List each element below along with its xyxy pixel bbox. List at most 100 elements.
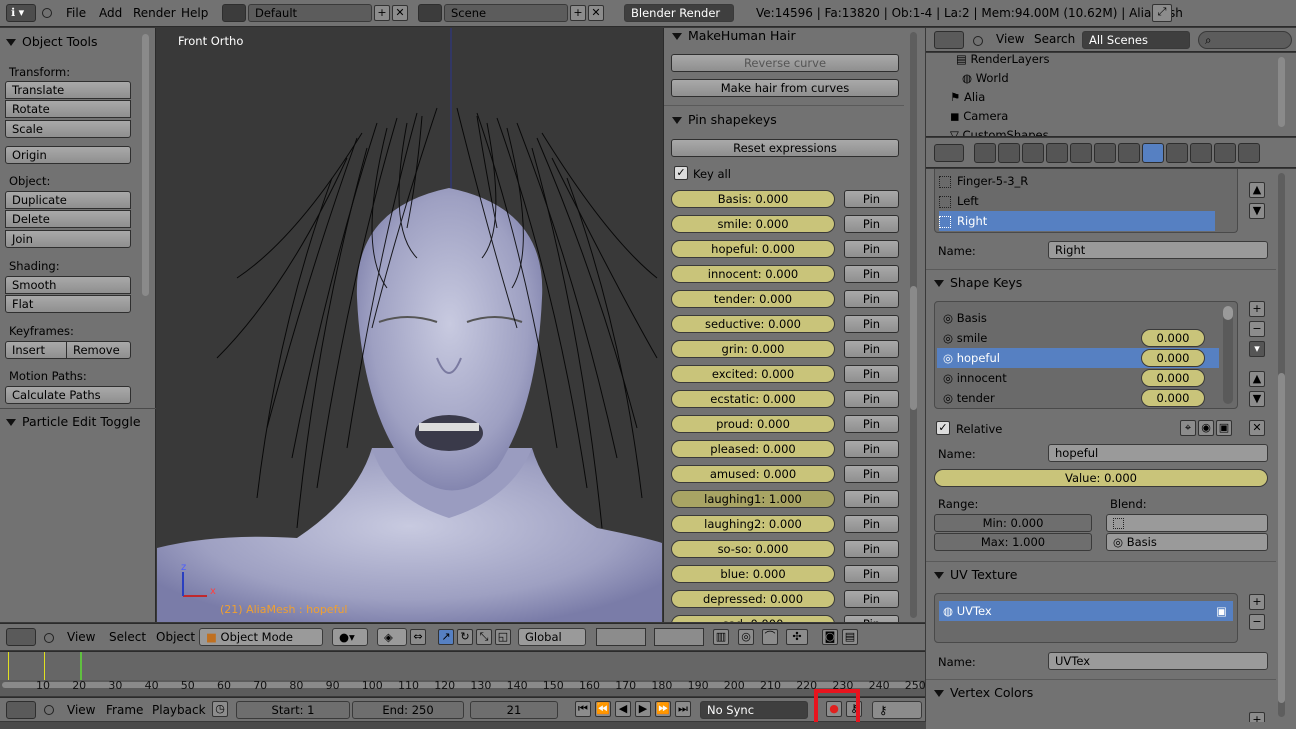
- shape-key-value-slider[interactable]: 0.000: [1141, 389, 1205, 407]
- shapekey-slider[interactable]: blue: 0.000: [671, 565, 835, 583]
- pin-button[interactable]: Pin: [844, 390, 899, 408]
- list-item[interactable]: ◎ Basis: [937, 308, 1219, 328]
- properties-editor-icon[interactable]: [934, 144, 964, 162]
- translate-manipulator-icon[interactable]: ↗: [438, 629, 454, 645]
- remove-keyframe-button[interactable]: Remove: [66, 341, 131, 359]
- pin-button[interactable]: Pin: [844, 215, 899, 233]
- shape-key-specials-icon[interactable]: ▾: [1249, 341, 1265, 357]
- pin-icon[interactable]: ⌖: [1180, 420, 1196, 436]
- tool-shelf-scrollbar[interactable]: [142, 34, 149, 296]
- menu-render[interactable]: Render: [133, 0, 176, 26]
- origin-button[interactable]: Origin: [5, 146, 131, 164]
- move-up-icon[interactable]: ▲: [1249, 371, 1265, 387]
- outliner-view-menu[interactable]: View: [996, 27, 1024, 51]
- collapse-icon[interactable]: [42, 8, 52, 18]
- insert-keyframe-button[interactable]: Insert: [5, 341, 67, 359]
- move-down-icon[interactable]: ▼: [1249, 203, 1265, 219]
- scene-field[interactable]: Scene: [444, 4, 568, 22]
- modifiers-tab-icon[interactable]: [1118, 143, 1140, 163]
- camera-icon[interactable]: ▣: [1216, 601, 1227, 621]
- pin-button[interactable]: Pin: [844, 365, 899, 383]
- render-animation-icon[interactable]: ▤: [842, 629, 858, 645]
- smooth-button[interactable]: Smooth: [5, 276, 131, 294]
- current-frame-field[interactable]: 21: [470, 701, 558, 719]
- collapse-icon[interactable]: [44, 633, 54, 643]
- makehuman-hair-header[interactable]: MakeHuman Hair: [672, 28, 796, 43]
- value-slider[interactable]: Value: 0.000: [934, 469, 1268, 487]
- proportional-edit-icon[interactable]: ◎: [738, 629, 754, 645]
- vertex-group-blend-field[interactable]: [1106, 514, 1268, 532]
- relative-key-field[interactable]: ◎ Basis: [1106, 533, 1268, 551]
- list-item[interactable]: ◎ smile 0.000: [937, 328, 1219, 348]
- world-tab-icon[interactable]: [1046, 143, 1068, 163]
- makehuman-scroll-thumb[interactable]: [910, 286, 917, 410]
- timeline-scrollbar[interactable]: [2, 682, 922, 688]
- timeline-editor-icon[interactable]: [6, 701, 36, 719]
- pin-button[interactable]: Pin: [844, 190, 899, 208]
- end-frame-field[interactable]: End: 250: [352, 701, 464, 719]
- jump-end-icon[interactable]: ⏭: [675, 701, 691, 717]
- add-scene-icon[interactable]: +: [570, 5, 586, 21]
- rotate-manipulator-icon[interactable]: ↻: [457, 629, 473, 645]
- pin-button[interactable]: Pin: [844, 440, 899, 458]
- move-down-icon[interactable]: ▼: [1249, 391, 1265, 407]
- preview-range-icon[interactable]: ◷: [212, 701, 228, 717]
- keying-set-field[interactable]: ⚷: [872, 701, 922, 719]
- flat-button[interactable]: Flat: [5, 295, 131, 313]
- pin-shapekeys-header[interactable]: Pin shapekeys: [672, 112, 777, 127]
- min-field[interactable]: Min: 0.000: [934, 514, 1092, 532]
- snap-icon[interactable]: ⌒: [762, 629, 778, 645]
- collapse-icon[interactable]: [973, 36, 983, 46]
- add-shape-key-icon[interactable]: +: [1249, 301, 1265, 317]
- duplicate-button[interactable]: Duplicate: [5, 191, 131, 209]
- shape-key-list-scrollbar[interactable]: [1223, 306, 1233, 404]
- reverse-curve-button[interactable]: Reverse curve: [671, 54, 899, 72]
- orientation-dropdown[interactable]: Global: [518, 628, 586, 646]
- scale-manipulator-icon[interactable]: ⤡: [476, 629, 492, 645]
- shape-keys-header[interactable]: Shape Keys: [934, 275, 1022, 290]
- shapekey-slider[interactable]: tender: 0.000: [671, 290, 835, 308]
- shapekey-slider[interactable]: seductive: 0.000: [671, 315, 835, 333]
- uv-texture-header[interactable]: UV Texture: [934, 567, 1017, 582]
- edit-mode-icon[interactable]: ▣: [1216, 420, 1232, 436]
- pin-button[interactable]: Pin: [844, 315, 899, 333]
- object-tools-header[interactable]: Object Tools: [6, 34, 97, 49]
- shapekey-slider[interactable]: sad: 0.000: [671, 615, 835, 622]
- key-name-field[interactable]: hopeful: [1048, 444, 1268, 462]
- translate-button[interactable]: Translate: [5, 81, 131, 99]
- particle-edit-toggle-header[interactable]: Particle Edit Toggle: [6, 414, 141, 429]
- pin-button[interactable]: Pin: [844, 240, 899, 258]
- shapekey-slider[interactable]: laughing1: 1.000: [671, 490, 835, 508]
- scale-box-icon[interactable]: ◱: [495, 629, 511, 645]
- outliner-editor-icon[interactable]: [934, 31, 964, 49]
- shape-key-value-slider[interactable]: 0.000: [1141, 329, 1205, 347]
- vertex-colors-header[interactable]: Vertex Colors: [934, 685, 1033, 700]
- rotate-button[interactable]: Rotate: [5, 100, 131, 118]
- outliner-item[interactable]: ◼ Camera: [950, 106, 1250, 126]
- shape-key-value-slider[interactable]: 0.000: [1141, 369, 1205, 387]
- material-tab-icon[interactable]: [1166, 143, 1188, 163]
- render-preview-icon[interactable]: ◙: [822, 629, 838, 645]
- manipulator-toggle-icon[interactable]: ⇔: [410, 629, 426, 645]
- data-tab-icon[interactable]: [1142, 143, 1164, 163]
- 3d-viewport[interactable]: Front Ortho z x (21) AliaMesh : hopeful: [157, 28, 662, 622]
- makehuman-scrollbar[interactable]: [910, 32, 917, 618]
- vertex-group-name-field[interactable]: Right: [1048, 241, 1268, 259]
- pin-button[interactable]: Pin: [844, 290, 899, 308]
- list-item[interactable]: Finger-5-3_R: [939, 171, 1215, 191]
- pin-button[interactable]: Pin: [844, 540, 899, 558]
- pin-button[interactable]: Pin: [844, 515, 899, 533]
- shapekey-slider[interactable]: so-so: 0.000: [671, 540, 835, 558]
- outliner-item[interactable]: ▽ CustomShapes: [950, 125, 1250, 136]
- shapekey-slider[interactable]: depressed: 0.000: [671, 590, 835, 608]
- shapekey-slider[interactable]: ecstatic: 0.000: [671, 390, 835, 408]
- add-uv-icon[interactable]: +: [1249, 594, 1265, 610]
- lock-layers-icon[interactable]: ▥: [713, 629, 729, 645]
- menu-file[interactable]: File: [66, 0, 86, 26]
- relative-checkbox[interactable]: ✓: [936, 421, 950, 435]
- uv-name-field[interactable]: UVTex: [1048, 652, 1268, 670]
- remove-uv-icon[interactable]: −: [1249, 614, 1265, 630]
- calculate-paths-button[interactable]: Calculate Paths: [5, 386, 131, 404]
- shapekey-slider[interactable]: grin: 0.000: [671, 340, 835, 358]
- 3d-view-editor-icon[interactable]: [6, 628, 36, 646]
